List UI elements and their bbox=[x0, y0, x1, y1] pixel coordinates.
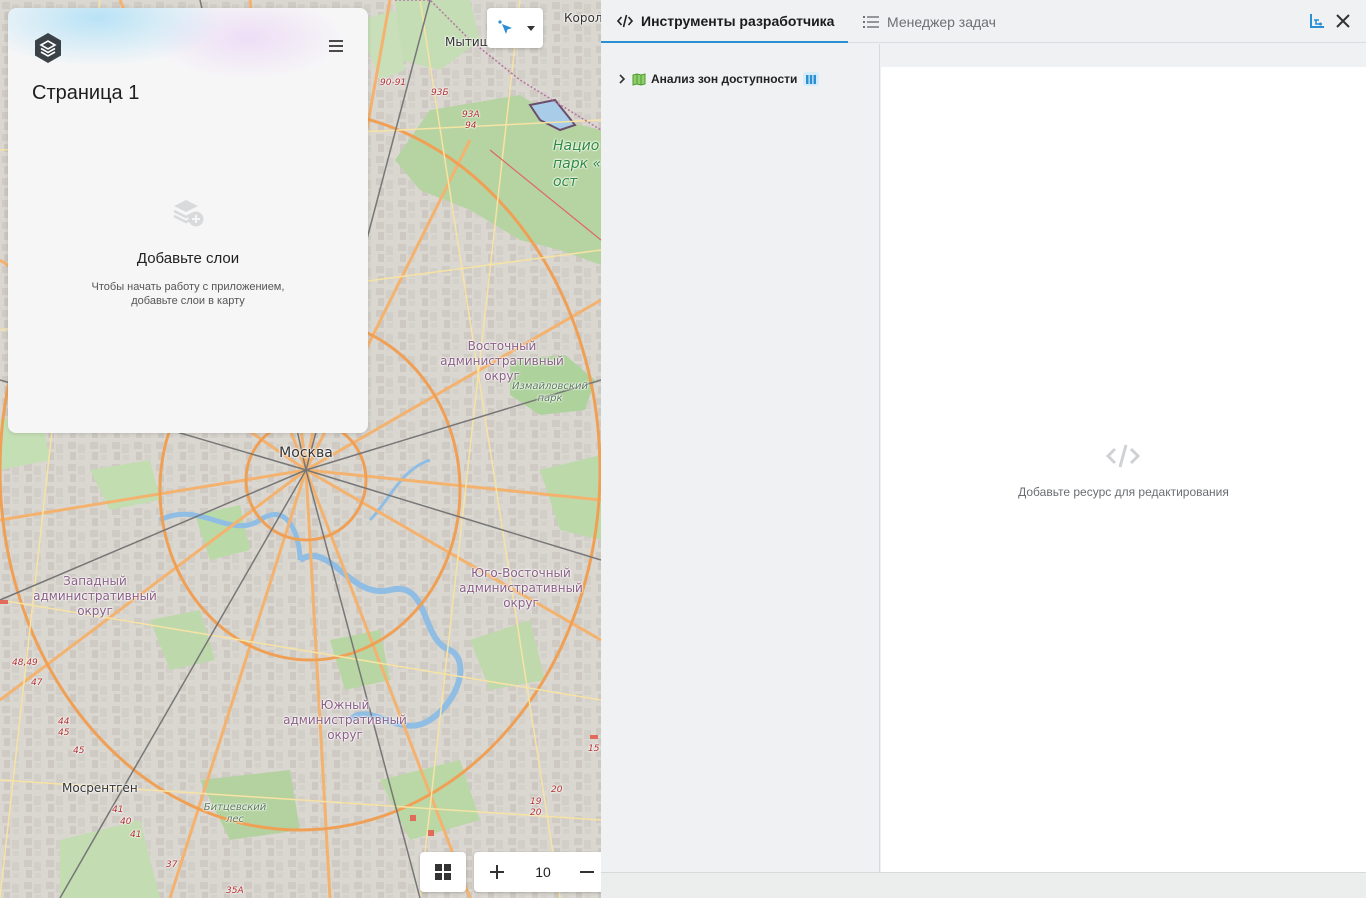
map-label-west-okrug: Западный административный округ bbox=[33, 574, 157, 618]
map-label-national-park: Нацио парк « ост bbox=[553, 138, 601, 190]
empty-state-title: Добавьте слои bbox=[136, 250, 240, 267]
code-icon bbox=[617, 14, 633, 28]
tab-task-manager[interactable]: Менеджер задач bbox=[863, 0, 996, 43]
map-label-mosrentgen: Мосрентген bbox=[62, 781, 138, 795]
dock-layout-icon[interactable] bbox=[1308, 12, 1326, 30]
empty-state-description: Чтобы начать работу с приложением, добав… bbox=[91, 281, 285, 307]
map-label-mytishchi: Мытищ bbox=[445, 35, 491, 49]
road-number: 20 bbox=[551, 785, 563, 795]
road-number: 37 bbox=[166, 860, 178, 870]
map-label-south-okrug: Южный административный округ bbox=[283, 698, 407, 742]
editor-empty-text: Добавьте ресурс для редактирования bbox=[1018, 485, 1229, 499]
map-label-east-okrug: Восточный административный округ bbox=[440, 339, 564, 383]
road-number: 48,49 bbox=[12, 658, 38, 668]
map-label-korolev: Корол bbox=[564, 11, 601, 25]
zoom-out-icon[interactable] bbox=[578, 863, 596, 881]
road-number: 41 bbox=[130, 830, 142, 840]
road-number: 93Б bbox=[431, 88, 449, 98]
chevron-right-icon[interactable] bbox=[618, 74, 626, 84]
list-icon bbox=[863, 15, 879, 29]
panel-header-gradient bbox=[8, 8, 368, 138]
map-label-moscow: Москва bbox=[279, 445, 333, 461]
add-layer-icon bbox=[173, 200, 204, 227]
road-number: 47 bbox=[31, 678, 43, 688]
dev-panel-footer bbox=[601, 872, 1366, 898]
map-label-southeast-okrug: Юго-Восточный административный округ bbox=[459, 566, 583, 610]
editor-area: Добавьте ресурс для редактирования bbox=[881, 67, 1366, 872]
grid-icon bbox=[435, 864, 451, 880]
map-badge-icon bbox=[803, 72, 820, 86]
zoom-level: 10 bbox=[535, 864, 551, 880]
road-number: 35А bbox=[226, 886, 244, 896]
resource-editor: Добавьте ресурс для редактирования bbox=[881, 44, 1366, 872]
close-icon[interactable] bbox=[1334, 12, 1352, 30]
road-number: 45 bbox=[73, 746, 85, 756]
resource-tree: Анализ зон доступности bbox=[601, 44, 880, 872]
zoom-in-icon[interactable] bbox=[488, 863, 506, 881]
road-number: 90-91 bbox=[380, 78, 407, 88]
page-title: Страница 1 bbox=[32, 82, 140, 104]
tree-item-accessibility-analysis[interactable]: Анализ зон доступности bbox=[618, 70, 820, 88]
map-label-izmaylovsky: Измайловский парк bbox=[512, 381, 588, 404]
road-number: 93А 94 bbox=[462, 110, 480, 131]
select-tool-button[interactable] bbox=[487, 8, 543, 48]
cursor-select-icon bbox=[498, 20, 512, 34]
road-number: 19 20 bbox=[530, 797, 542, 818]
tab-label: Инструменты разработчика bbox=[641, 12, 835, 29]
tab-label: Менеджер задач bbox=[887, 13, 996, 30]
basemap-grid-button[interactable] bbox=[420, 852, 466, 892]
code-icon bbox=[1106, 444, 1140, 468]
tab-developer-tools[interactable]: Инструменты разработчика bbox=[601, 0, 848, 43]
developer-panel: Инструменты разработчика Менеджер задач bbox=[601, 0, 1366, 898]
app-logo-icon[interactable] bbox=[32, 32, 64, 64]
layers-panel: Страница 1 Добавьте слои Чтобы начать ра… bbox=[8, 8, 368, 433]
road-number: 44 45 bbox=[58, 717, 70, 738]
road-number: 15 bbox=[588, 744, 600, 754]
map-label-bittsevsky: Битцевский лес bbox=[203, 802, 267, 825]
dev-panel-tabs: Инструменты разработчика Менеджер задач bbox=[601, 0, 1366, 43]
tree-item-label: Анализ зон доступности bbox=[651, 72, 798, 86]
chevron-down-icon bbox=[527, 26, 535, 31]
map-icon bbox=[632, 72, 646, 86]
hamburger-menu-icon[interactable] bbox=[326, 36, 346, 56]
zoom-control: 10 bbox=[474, 852, 601, 892]
